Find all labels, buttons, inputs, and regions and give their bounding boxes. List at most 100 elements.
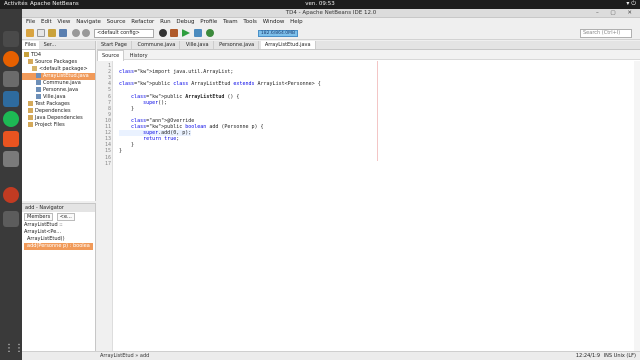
code-line[interactable]: class="kw">public class ArrayListEtud ex… — [119, 81, 321, 87]
tree-item-td4[interactable]: TD4 — [22, 52, 95, 59]
line-number: 6 — [107, 93, 111, 100]
memory-indicator[interactable]: 182.6/864.0MB — [258, 30, 298, 37]
open-project-icon[interactable] — [48, 29, 56, 37]
code-line[interactable]: class="kw">public ArrayListEtud () { — [119, 94, 239, 100]
navigator-panel: add - Navigator Members <e... ArrayListE… — [22, 203, 96, 351]
save-all-icon[interactable] — [59, 29, 67, 37]
tree-item-commune[interactable]: Commune.java — [22, 80, 95, 87]
tree-item-default-package[interactable]: <default package> — [22, 66, 95, 73]
code-area[interactable]: 1 2 3 4 5 6 7 8 9 10 11 12 13 14 15 16 17 class="kw">imp… — [97, 61, 640, 351]
line-number: 10 — [104, 117, 111, 124]
writer-icon[interactable] — [3, 91, 19, 107]
code-line[interactable]: class="ann">@Override — [119, 118, 194, 124]
menu-navigate[interactable]: Navigate — [76, 19, 101, 25]
breadcrumb[interactable]: ArrayListEtud » add — [100, 353, 149, 359]
new-file-icon[interactable] — [37, 29, 45, 37]
terminal-icon[interactable] — [3, 31, 19, 47]
menu-team[interactable]: Team — [223, 19, 238, 25]
menu-help[interactable]: Help — [290, 19, 303, 25]
tab-services[interactable]: Ser... — [41, 41, 60, 49]
title-bar: TD4 - Apache NetBeans IDE 12.0 – ▢ ✕ — [22, 9, 640, 18]
config-select[interactable]: <default config> — [94, 29, 154, 38]
folder-icon — [28, 101, 33, 106]
system-tray[interactable]: ▾ ⏻ — [626, 0, 636, 8]
code-line[interactable]: return true; — [119, 136, 179, 142]
menu-window[interactable]: Window — [263, 19, 285, 25]
menu-bar: File Edit View Navigate Source Refactor … — [22, 18, 640, 26]
tree-item-dependencies[interactable]: Dependencies — [22, 108, 95, 115]
tree-item-test-packages[interactable]: Test Packages — [22, 101, 95, 108]
menu-profile[interactable]: Profile — [200, 19, 217, 25]
menu-tools[interactable]: Tools — [243, 19, 257, 25]
line-number: 14 — [104, 142, 111, 149]
run-icon[interactable] — [182, 29, 190, 37]
netbeans-icon[interactable] — [3, 187, 19, 203]
caret-position: 12:24/1:9 — [575, 353, 600, 359]
trash-icon[interactable] — [3, 211, 19, 227]
tab-personne[interactable]: Personne.java — [215, 41, 260, 49]
tab-history[interactable]: History — [126, 51, 152, 61]
type-filter[interactable]: <e... — [56, 213, 75, 221]
folder-icon — [28, 59, 33, 64]
window-controls[interactable]: – ▢ ✕ — [596, 10, 637, 16]
tab-source[interactable]: Source — [97, 50, 125, 61]
profile-icon[interactable] — [206, 29, 214, 37]
navigator-item-selected[interactable]: add(Personne p) : boolea — [24, 243, 93, 250]
search-input[interactable]: Search (Ctrl+I) — [580, 29, 632, 38]
tree-item-source-packages[interactable]: Source Packages — [22, 59, 95, 66]
menu-source[interactable]: Source — [107, 19, 126, 25]
tab-ville[interactable]: Ville.java — [182, 41, 214, 49]
software-icon[interactable] — [3, 131, 19, 147]
firefox-icon[interactable] — [3, 51, 19, 67]
tab-files[interactable]: Files — [22, 41, 39, 49]
insert-mode: INS Unix (LF) — [603, 353, 636, 359]
clean-build-icon[interactable] — [170, 29, 178, 37]
show-apps-icon[interactable]: ⋮⋮ — [4, 342, 24, 356]
menu-edit[interactable]: Edit — [41, 19, 52, 25]
menu-refactor[interactable]: Refactor — [131, 19, 154, 25]
menu-run[interactable]: Run — [160, 19, 171, 25]
dock: ⋮⋮ — [0, 9, 24, 360]
debug-icon[interactable] — [194, 29, 202, 37]
tab-commune[interactable]: Commune.java — [134, 41, 181, 49]
line-number: 2 — [107, 69, 111, 76]
editor-tabs: Start Page Commune.java Ville.java Perso… — [97, 41, 640, 50]
undo-icon[interactable] — [72, 29, 80, 37]
navigator-list: ArrayListEtud :: ArrayList<Pe... ArrayLi… — [22, 221, 95, 251]
code-line[interactable]: class="kw">public boolean add (Personne … — [119, 124, 263, 130]
line-gutter: 1 2 3 4 5 6 7 8 9 10 11 12 13 14 15 16 17 — [97, 61, 113, 351]
line-number: 16 — [104, 154, 111, 161]
clock[interactable]: ven. 09:53 — [0, 1, 640, 7]
code-line[interactable]: } — [119, 142, 134, 148]
spotify-icon[interactable] — [3, 111, 19, 127]
code-line[interactable]: super.add(0, p); — [119, 130, 192, 137]
tree-item-project-files[interactable]: Project Files — [22, 122, 95, 129]
redo-icon[interactable] — [82, 29, 90, 37]
tree-item-java-dependencies[interactable]: Java Dependencies — [22, 115, 95, 122]
code-line[interactable]: class="kw">import java.util.ArrayList; — [119, 69, 233, 75]
build-icon[interactable] — [159, 29, 167, 37]
menu-view[interactable]: View — [57, 19, 70, 25]
menu-file[interactable]: File — [26, 19, 35, 25]
tree-item-ville[interactable]: Ville.java — [22, 94, 95, 101]
tree-item-arraylistetud[interactable]: ArrayListEtud.java — [22, 73, 95, 80]
files-icon[interactable] — [3, 71, 19, 87]
line-number: 4 — [107, 81, 111, 88]
settings-icon[interactable] — [3, 151, 19, 167]
tab-start-page[interactable]: Start Page — [97, 41, 132, 49]
menu-debug[interactable]: Debug — [176, 19, 194, 25]
code-line[interactable]: } — [119, 148, 122, 154]
tab-arraylistetud[interactable]: ArrayListEtud.java — [260, 41, 316, 49]
projects-panel: Files Ser... TD4 Source Packages <defaul… — [22, 41, 96, 201]
folder-icon — [28, 115, 33, 120]
members-filter[interactable]: Members — [24, 213, 54, 221]
line-number: 12 — [104, 130, 111, 137]
code-line[interactable]: } — [119, 106, 134, 112]
code-line[interactable]: super(); — [119, 100, 167, 106]
editor: Start Page Commune.java Ville.java Perso… — [97, 41, 640, 351]
line-number: 9 — [107, 111, 111, 118]
new-project-icon[interactable] — [26, 29, 34, 37]
navigator-item[interactable]: ArrayListEtud() — [24, 236, 93, 243]
tree-item-personne[interactable]: Personne.java — [22, 87, 95, 94]
java-file-icon — [36, 94, 41, 99]
